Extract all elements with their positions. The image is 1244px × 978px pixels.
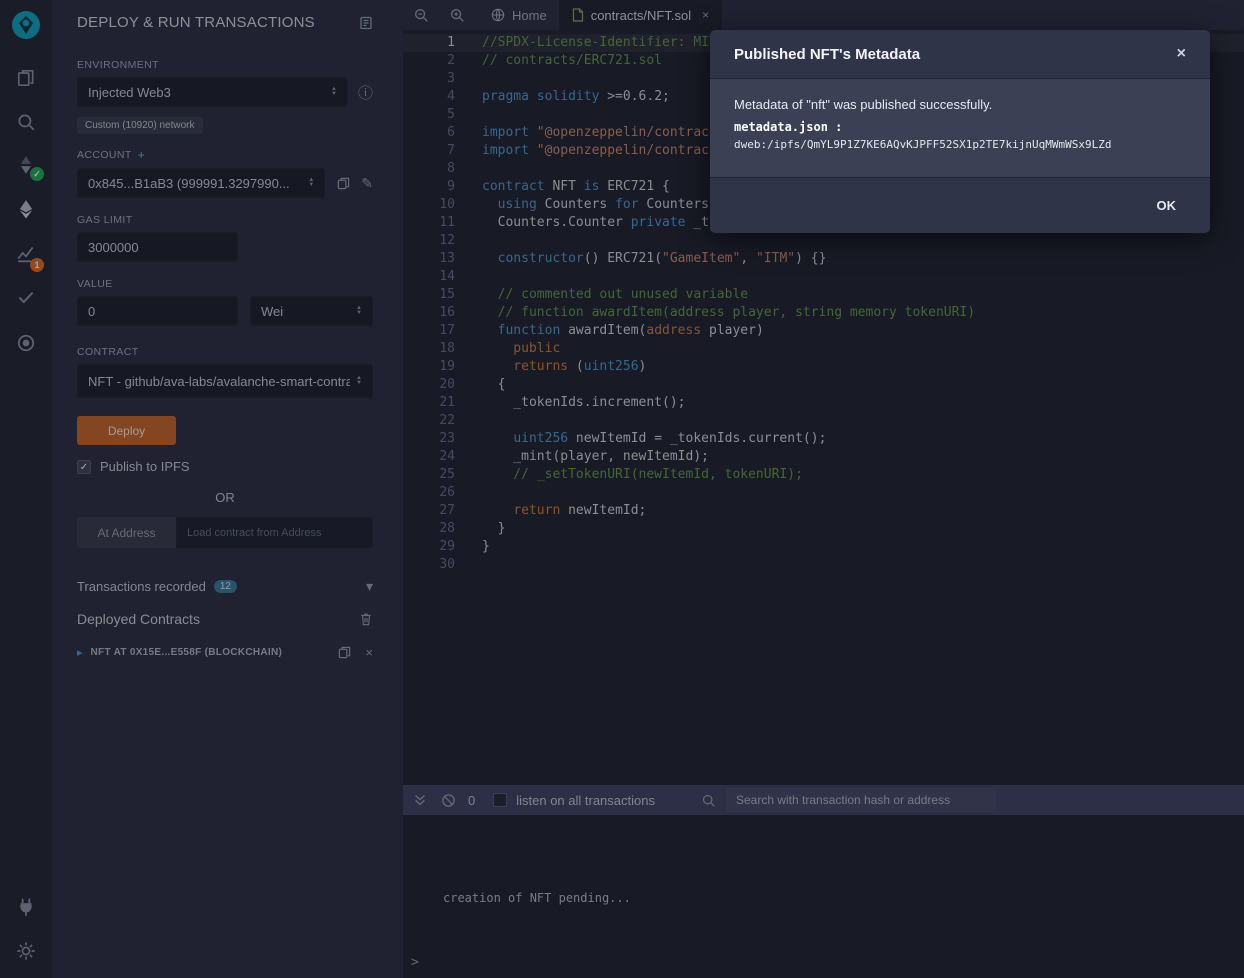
- modal-title: Published NFT's Metadata: [734, 46, 920, 63]
- modal-ok-button[interactable]: OK: [1147, 192, 1187, 219]
- remix-app: ✓ 1 DEPLOY & RUN TRANSACTIONS ENVIRONMEN: [0, 0, 1244, 978]
- modal-close-icon[interactable]: ×: [1177, 45, 1186, 63]
- modal-ipfs-uri: dweb:/ipfs/QmYL9P1Z7KE6AQvKJPFF52SX1p2TE…: [734, 138, 1186, 151]
- modal-message: Metadata of "nft" was published successf…: [734, 97, 1186, 112]
- modal-filename: metadata.json :: [734, 120, 1186, 134]
- metadata-modal: Published NFT's Metadata × Metadata of "…: [710, 30, 1210, 233]
